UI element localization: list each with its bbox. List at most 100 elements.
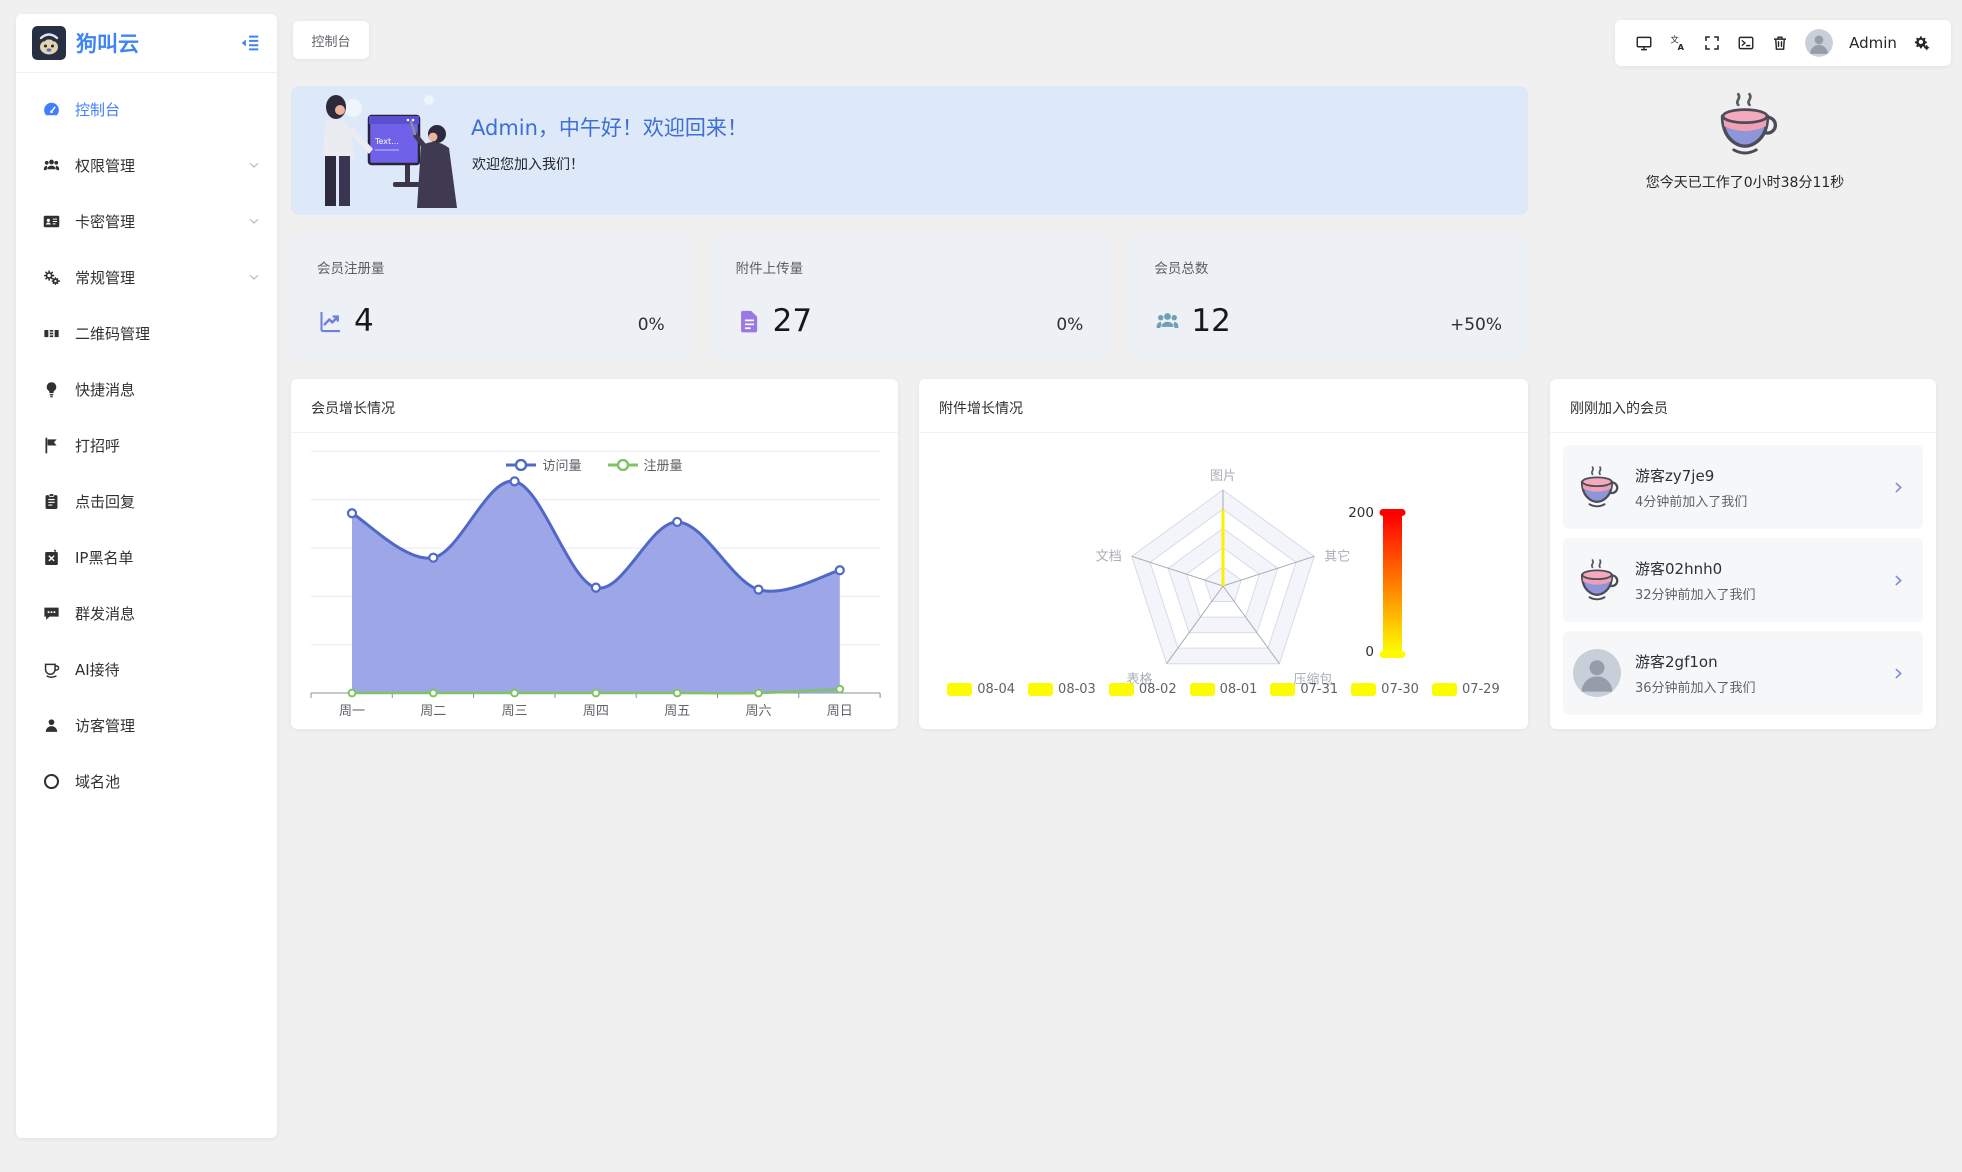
chevron-down-icon	[247, 214, 261, 228]
radar-legend-item-08-02[interactable]: 08-02	[1108, 682, 1177, 697]
qrcode-icon	[42, 324, 61, 343]
svg-text:文档: 文档	[1096, 549, 1122, 564]
stat-card-会员总数: 会员总数 12 +50%	[1128, 235, 1529, 359]
new-members-list: 游客zy7je9 4分钟前加入了我们 游客02hnh0 32分钟前加入了我们 游客2…	[1550, 433, 1936, 715]
terminal-icon[interactable]	[1737, 34, 1755, 52]
user-name[interactable]: Admin	[1849, 34, 1897, 52]
sidebar-item-label: 权限管理	[75, 156, 136, 175]
stat-label: 附件上传量	[735, 261, 804, 277]
svg-text:周四: 周四	[583, 704, 609, 719]
sidebar-item-label: AI接待	[75, 660, 120, 679]
coffee-cup-icon	[1709, 88, 1781, 160]
member-growth-panel: 会员增长情况 访问量 注册量 周一 周二 周三 周四 周五 周六 周日	[291, 379, 898, 729]
legend-item-注册量[interactable]: 注册量	[607, 455, 683, 474]
radar-legend-item-08-04[interactable]: 08-04	[947, 682, 1015, 697]
comments-icon	[42, 604, 61, 623]
member-list-item[interactable]: 游客02hnh0 32分钟前加入了我们	[1563, 538, 1923, 622]
sidebar-item-常规管理[interactable]: 常规管理	[16, 249, 277, 305]
stat-label: 会员注册量	[317, 261, 385, 277]
sidebar-item-label: 二维码管理	[75, 324, 151, 343]
radar-legend-label: 08-04	[977, 682, 1016, 697]
stat-label: 会员总数	[1154, 261, 1209, 277]
monitor-icon[interactable]	[1635, 34, 1653, 52]
radar-legend-item-07-29[interactable]: 07-29	[1431, 682, 1500, 697]
radar-legend-chip-icon	[1028, 683, 1054, 696]
sidebar-item-label: 域名池	[75, 772, 121, 791]
circle-icon	[42, 772, 61, 791]
sidebar-nav: 控制台权限管理卡密管理常规管理二维码管理快捷消息打招呼点击回复 IP黑名单群发消息…	[16, 73, 277, 809]
sidebar-item-label: IP黑名单	[75, 548, 134, 567]
person-avatar-icon	[1573, 649, 1621, 697]
dashboard-icon	[42, 100, 61, 119]
stat-cards: 会员注册量 4 0% 附件上传量 27 0% 会员总数 12 +50%	[291, 235, 1529, 359]
chevron-right-icon	[1892, 667, 1905, 680]
sidebar-item-控制台[interactable]: 控制台	[16, 81, 277, 137]
radar-legend-chip-icon	[1189, 683, 1215, 696]
fullscreen-icon[interactable]	[1703, 34, 1721, 52]
sidebar-item-label: 卡密管理	[75, 212, 136, 231]
sidebar-item-打招呼[interactable]: 打招呼	[16, 417, 277, 473]
stat-card-会员注册量: 会员注册量 4 0%	[291, 235, 691, 359]
topbar-actions: 文 A Admin	[1615, 20, 1951, 66]
stat-card-附件上传量: 附件上传量 27 0%	[709, 235, 1110, 359]
radar-legend-item-07-31[interactable]: 07-31	[1270, 682, 1338, 697]
svg-text:0: 0	[1365, 644, 1374, 660]
member-join-time: 36分钟前加入了我们	[1635, 680, 1756, 696]
sidebar-item-label: 访客管理	[75, 716, 136, 735]
radar-legend-label: 08-01	[1219, 682, 1258, 697]
sidebar-item-二维码管理[interactable]: 二维码管理	[16, 305, 277, 361]
idcard-icon	[42, 212, 61, 231]
app-logo	[32, 26, 66, 60]
sidebar-item-AI接待[interactable]: AI接待	[16, 641, 277, 697]
radar-chart-legend: 08-04 08-03 08-02 08-01 07-31 07-30 07-29	[919, 682, 1528, 697]
sidebar-collapse-icon[interactable]	[239, 32, 261, 54]
sidebar-item-群发消息[interactable]: 群发消息	[16, 585, 277, 641]
stat-delta: 0%	[1056, 315, 1084, 335]
sidebar-item-点击回复[interactable]: 点击回复	[16, 473, 277, 529]
breadcrumb-tab-dashboard[interactable]: 控制台	[293, 21, 369, 59]
member-list-item[interactable]: 游客zy7je9 4分钟前加入了我们	[1563, 445, 1923, 529]
new-members-panel: 刚刚加入的会员 游客zy7je9 4分钟前加入了我们 游客02hnh0 32分钟前…	[1550, 379, 1936, 729]
user-avatar[interactable]	[1805, 29, 1834, 57]
svg-text:图片: 图片	[1210, 469, 1236, 484]
radar-legend-item-07-30[interactable]: 07-30	[1351, 682, 1419, 697]
sidebar-item-label: 快捷消息	[75, 380, 136, 399]
translate-icon[interactable]: 文A	[1669, 34, 1687, 52]
stat-value: 4	[354, 303, 374, 339]
welcome-illustration: Text...	[309, 86, 467, 212]
trash-icon[interactable]	[1771, 34, 1789, 52]
radar-legend-item-08-01[interactable]: 08-01	[1189, 682, 1258, 697]
svg-text:A: A	[1678, 42, 1685, 52]
sidebar-item-label: 打招呼	[75, 436, 121, 455]
sidebar-item-域名池[interactable]: 域名池	[16, 753, 277, 809]
sidebar-item-快捷消息[interactable]: 快捷消息	[16, 361, 277, 417]
member-list-item[interactable]: 游客2gf1on 36分钟前加入了我们	[1563, 631, 1923, 715]
radar-legend-label: 07-31	[1300, 682, 1339, 697]
cup-avatar-icon	[1573, 463, 1621, 511]
sidebar-item-访客管理[interactable]: 访客管理	[16, 697, 277, 753]
new-members-title: 刚刚加入的会员	[1550, 379, 1936, 433]
sidebar: 狗叫云 控制台 权限管理 卡密管理 常规管理 二维码管理 快捷消息 打招呼 点击回复 IP黑名单…	[16, 14, 277, 1138]
stat-value: 27	[772, 303, 813, 339]
svg-text:周一: 周一	[339, 704, 365, 719]
radar-legend-label: 08-03	[1058, 682, 1096, 697]
worktime-text: 您今天已工作了0小时38分11秒	[1645, 175, 1845, 191]
blacklist-icon	[42, 548, 61, 567]
chart-line-icon	[317, 308, 344, 335]
sidebar-item-IP黑名单[interactable]: IP黑名单	[16, 529, 277, 585]
users-teal-icon	[1154, 308, 1181, 335]
chevron-down-icon	[247, 158, 261, 172]
member-join-time: 4分钟前加入了我们	[1635, 494, 1748, 510]
svg-text:200: 200	[1348, 505, 1374, 521]
welcome-subtitle: 欢迎您加入我们！	[472, 157, 584, 173]
legend-item-访问量[interactable]: 访问量	[506, 455, 582, 474]
settings-gears-icon[interactable]	[1913, 34, 1931, 52]
sidebar-item-权限管理[interactable]: 权限管理	[16, 137, 277, 193]
cogs-icon	[42, 268, 61, 287]
member-name: 游客02hnh0	[1635, 559, 1723, 578]
sidebar-item-卡密管理[interactable]: 卡密管理	[16, 193, 277, 249]
stat-value: 12	[1191, 303, 1231, 339]
stat-delta: 0%	[637, 315, 665, 335]
radar-legend-item-08-03[interactable]: 08-03	[1028, 682, 1096, 697]
sidebar-item-label: 控制台	[75, 100, 121, 119]
